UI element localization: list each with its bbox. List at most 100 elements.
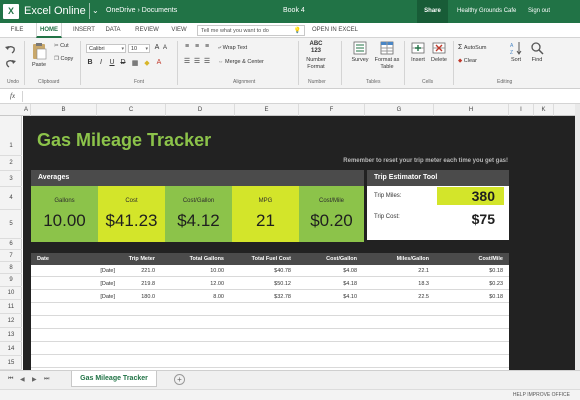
grow-font-icon[interactable]: A: [153, 44, 161, 51]
column-header[interactable]: B: [31, 104, 97, 116]
average-tile[interactable]: Cost/Gallon $4.12: [165, 186, 232, 242]
copy-button[interactable]: ❐ Copy: [54, 56, 73, 62]
number-format-button[interactable]: ABC 123 Number Format: [302, 41, 330, 71]
column-header[interactable]: K: [534, 104, 554, 116]
row-header[interactable]: 9: [0, 274, 22, 287]
row-header[interactable]: 8: [0, 262, 22, 274]
table-row[interactable]: [31, 304, 509, 316]
align-center-icon[interactable]: ☰: [193, 57, 201, 65]
sheet-tab[interactable]: Gas Mileage Tracker: [71, 371, 157, 387]
account-name[interactable]: Healthy Grounds Cafe: [457, 8, 516, 14]
delete-cells-button[interactable]: Delete: [429, 41, 449, 63]
column-header-total-gallons[interactable]: Total Gallons: [190, 253, 224, 265]
column-header[interactable]: I: [509, 104, 534, 116]
average-tile[interactable]: Cost/Mile $0.20: [299, 186, 364, 242]
table-row[interactable]: [31, 356, 509, 368]
table-row[interactable]: [31, 343, 509, 355]
tab-data[interactable]: DATA: [102, 23, 124, 38]
column-header[interactable]: G: [365, 104, 434, 116]
tab-view[interactable]: VIEW: [168, 23, 190, 38]
shrink-font-icon[interactable]: A: [161, 45, 169, 51]
cell-cost-per-mile[interactable]: $0.23: [489, 278, 503, 290]
cell-total-gallons[interactable]: 8.00: [213, 291, 224, 303]
row-header[interactable]: 7: [0, 250, 22, 262]
font-size-select[interactable]: 10 ▾: [128, 44, 150, 53]
cut-button[interactable]: ✂ Cut: [54, 43, 69, 49]
average-tile[interactable]: MPG 21: [232, 186, 299, 242]
function-icon[interactable]: fx: [10, 92, 15, 100]
row-header[interactable]: 6: [0, 239, 22, 250]
column-header[interactable]: F: [299, 104, 365, 116]
column-header[interactable]: E: [235, 104, 299, 116]
cell-cost-per-mile[interactable]: $0.18: [489, 265, 503, 277]
cell-date[interactable]: [Date]: [100, 278, 115, 290]
row-header[interactable]: 5: [0, 210, 22, 239]
cell-miles-per-gallon[interactable]: 22.1: [418, 265, 429, 277]
excel-logo-icon[interactable]: X: [3, 4, 19, 19]
first-sheet-icon[interactable]: ⏮: [8, 376, 13, 383]
row-header[interactable]: 11: [0, 300, 22, 314]
cell-total-gallons[interactable]: 12.00: [210, 278, 224, 290]
averages-header[interactable]: Averages: [31, 170, 364, 186]
next-sheet-icon[interactable]: ▶: [32, 376, 37, 383]
cell-total-gallons[interactable]: 10.00: [210, 265, 224, 277]
row-header[interactable]: 12: [0, 314, 22, 328]
row-header[interactable]: 10: [0, 287, 22, 300]
reminder-text[interactable]: Remember to reset your trip meter each t…: [343, 158, 508, 164]
borders-icon[interactable]: ▦: [131, 59, 139, 67]
prev-sheet-icon[interactable]: ◀: [20, 376, 25, 383]
survey-button[interactable]: Survey: [348, 41, 372, 63]
column-header-total-fuel-cost[interactable]: Total Fuel Cost: [252, 253, 291, 265]
underline-button[interactable]: U: [108, 59, 116, 66]
last-sheet-icon[interactable]: ⏭: [44, 376, 49, 383]
font-name-select[interactable]: Calibri ▾: [86, 44, 126, 53]
average-tile[interactable]: Cost $41.23: [98, 186, 165, 242]
sort-button[interactable]: AZ Sort: [507, 41, 525, 63]
table-row[interactable]: [Date] 221.0 10.00 $40.78 $4.08 22.1 $0.18: [31, 265, 509, 277]
cell-trip-meter[interactable]: 221.0: [141, 265, 155, 277]
tell-me-search-input[interactable]: Tell me what you want to do 💡: [197, 25, 305, 36]
sign-out-link[interactable]: Sign out: [528, 8, 550, 14]
cell-cost-per-gallon[interactable]: $4.18: [343, 278, 357, 290]
share-button[interactable]: Share: [417, 0, 448, 23]
merge-center-button[interactable]: ⇔ Merge & Center: [218, 59, 264, 65]
autosum-button[interactable]: Σ AutoSum: [458, 44, 486, 51]
cell-cost-per-gallon[interactable]: $4.08: [343, 265, 357, 277]
find-button[interactable]: Find: [528, 41, 546, 63]
row-header[interactable]: 4: [0, 187, 22, 210]
cell-total-fuel-cost[interactable]: $50.12: [274, 278, 291, 290]
column-header-trip-meter[interactable]: Trip Meter: [129, 253, 155, 265]
redo-button[interactable]: [4, 58, 18, 70]
row-header[interactable]: 1: [0, 116, 22, 156]
help-improve-office-link[interactable]: HELP IMPROVE OFFICE: [513, 392, 570, 398]
cell-trip-meter[interactable]: 180.0: [141, 291, 155, 303]
sheet-title[interactable]: Gas Mileage Tracker: [37, 130, 211, 151]
vertical-scrollbar[interactable]: [575, 104, 580, 370]
fill-color-icon[interactable]: ◆: [143, 59, 151, 67]
trip-miles-value[interactable]: 380: [472, 188, 495, 204]
open-in-excel-button[interactable]: OPEN IN EXCEL: [312, 23, 358, 38]
tab-home[interactable]: HOME: [36, 23, 62, 38]
align-top-icon[interactable]: ≡: [183, 43, 191, 50]
column-header-date[interactable]: Date: [37, 253, 49, 265]
cell-cost-per-mile[interactable]: $0.18: [489, 291, 503, 303]
app-name[interactable]: Excel Online: [24, 5, 86, 17]
insert-cells-button[interactable]: Insert: [408, 41, 428, 63]
column-header-cost-per-mile[interactable]: Cost/Mile: [479, 253, 503, 265]
table-row[interactable]: [Date] 219.8 12.00 $50.12 $4.18 18.3 $0.23: [31, 278, 509, 290]
undo-button[interactable]: [4, 44, 18, 54]
worksheet[interactable]: Gas Mileage Tracker Remember to reset yo…: [23, 116, 575, 370]
align-middle-icon[interactable]: ≡: [193, 43, 201, 50]
table-row[interactable]: [Date] 180.0 8.00 $32.78 $4.10 22.5 $0.18: [31, 291, 509, 303]
tab-file[interactable]: FILE: [6, 23, 28, 38]
cell-total-fuel-cost[interactable]: $32.78: [274, 291, 291, 303]
wrap-text-button[interactable]: ⤶ Wrap Text: [218, 45, 247, 52]
table-row[interactable]: [31, 317, 509, 329]
cell-total-fuel-cost[interactable]: $40.78: [274, 265, 291, 277]
column-header-miles-per-gallon[interactable]: Miles/Gallon: [397, 253, 429, 265]
cell-date[interactable]: [Date]: [100, 265, 115, 277]
cell-date[interactable]: [Date]: [100, 291, 115, 303]
column-header[interactable]: A: [22, 104, 31, 116]
column-header[interactable]: H: [434, 104, 509, 116]
cell-miles-per-gallon[interactable]: 22.5: [418, 291, 429, 303]
